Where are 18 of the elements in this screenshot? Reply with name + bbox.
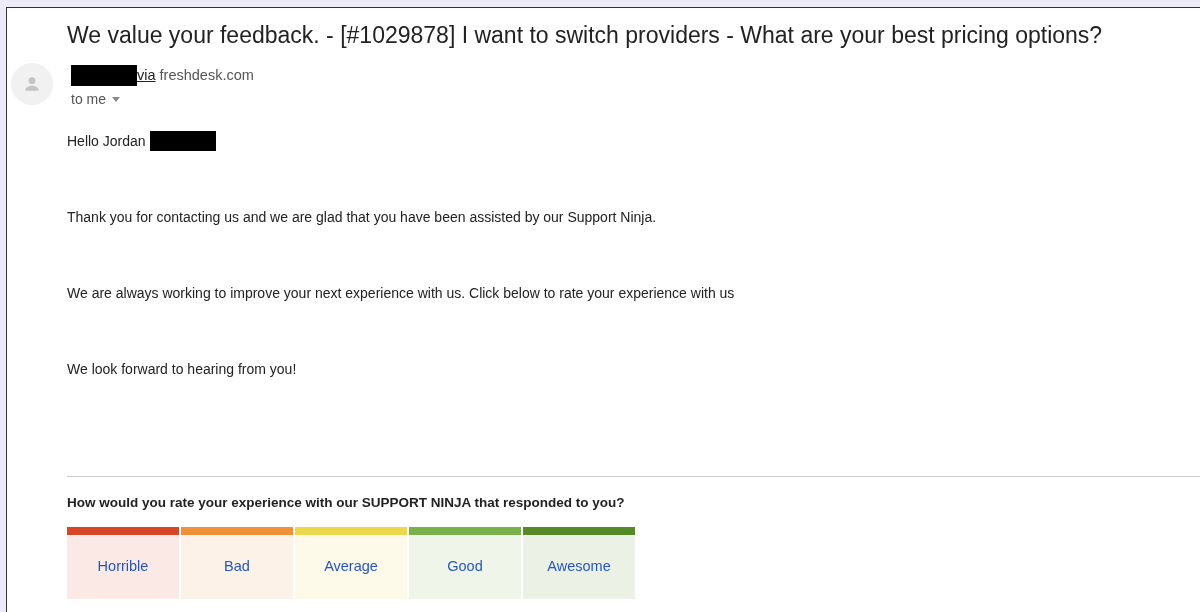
via-link[interactable]: via (137, 65, 156, 87)
redaction-bar (149, 131, 216, 152)
rating-option[interactable]: Good (409, 535, 521, 599)
rating-option[interactable]: Awesome (523, 535, 635, 599)
redaction-bar (71, 65, 137, 87)
sender-domain: freshdesk.com (159, 66, 254, 85)
body-paragraph: We look forward to hearing from you! (67, 359, 298, 379)
avatar-icon (11, 63, 53, 105)
body-paragraph: Thank you for contacting us and we are glad that you have been assisted by our Support Ninja. (67, 207, 658, 227)
greeting: Hello Jordan (67, 131, 146, 151)
email-subject: We value your feedback. - [#1029878] I want to switch providers - What are your best pricing options? (67, 21, 1104, 50)
rating-option[interactable]: Bad (181, 535, 293, 599)
dropdown-caret-icon[interactable] (112, 96, 120, 102)
body-paragraph: We are always working to improve your next experience with us. Click below to rate your experience with us (67, 283, 736, 303)
recipient-label: to me (71, 89, 106, 109)
survey-question: How would you rate your experience with our SUPPORT NINJA that responded to you? (67, 493, 626, 512)
rating-option[interactable]: Average (295, 535, 407, 599)
rating-option[interactable]: Horrible (67, 535, 179, 599)
